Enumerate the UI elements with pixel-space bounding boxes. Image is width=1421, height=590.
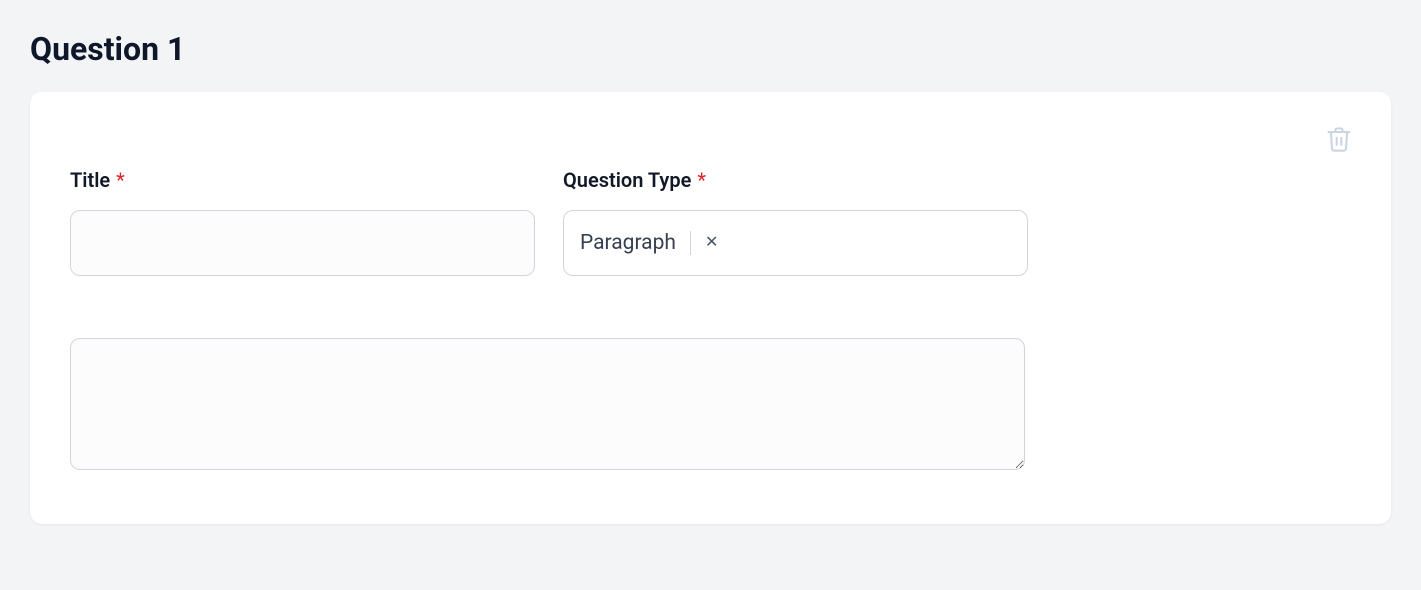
title-field-group: Title* [70,168,535,276]
question-type-select[interactable]: Paragraph ✕ [563,210,1028,276]
question-card: Title* Question Type* Paragraph ✕ [30,92,1391,524]
delete-question-button[interactable] [1319,120,1359,160]
title-input[interactable] [70,210,535,276]
question-body-textarea[interactable] [70,338,1025,470]
title-label: Title* [70,168,535,192]
close-icon: ✕ [705,234,718,251]
required-asterisk: * [697,168,706,192]
type-label: Question Type* [563,168,1028,192]
trash-icon [1325,125,1353,156]
type-label-text: Question Type [563,168,691,192]
page-title: Question 1 [30,30,1391,68]
required-asterisk: * [116,168,125,192]
type-field-group: Question Type* Paragraph ✕ [563,168,1028,276]
title-label-text: Title [70,168,110,192]
field-row: Title* Question Type* Paragraph ✕ [70,168,1351,276]
clear-selection-button[interactable]: ✕ [691,235,718,251]
select-value: Paragraph [580,231,691,255]
